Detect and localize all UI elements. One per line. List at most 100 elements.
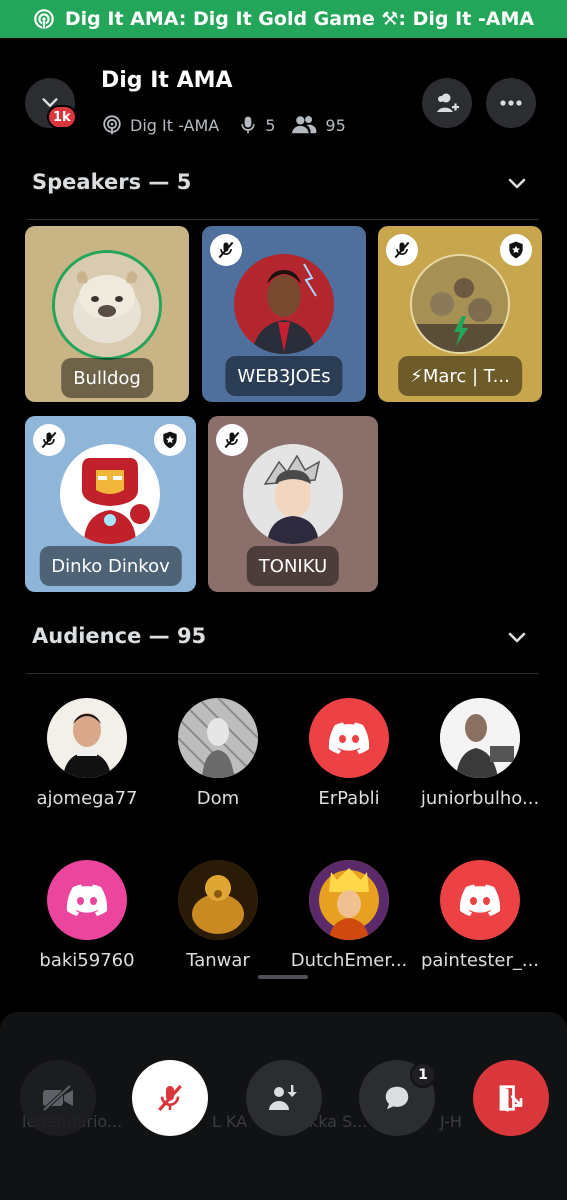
stage-icon [103,115,121,135]
stage-banner[interactable]: Dig It AMA: Dig It Gold Game ⚒: Dig It -… [0,0,567,38]
audience-name: juniorbulho... [420,788,540,809]
more-options-button[interactable] [486,78,536,128]
shield-star-icon [163,431,177,449]
muted-indicator [210,234,242,266]
speaker-tile[interactable]: WEB3JOEs [202,226,366,402]
speaker-name: Dinko Dinkov [39,546,182,586]
audience-member[interactable]: baki59760 [22,860,152,971]
audience-member[interactable]: Tanwar [153,860,283,971]
discord-logo-icon [328,722,370,754]
audience-avatar [178,698,258,778]
toniku-image [243,444,343,544]
audience-member[interactable]: ErPabli [284,698,414,809]
audience-avatar [178,860,258,940]
audience-name: Tanwar [186,950,250,971]
faded-audience-name: L KA [212,1112,248,1131]
moderator-badge [500,234,532,266]
listener-count: 95 [325,115,346,135]
speakers-collapse-chevron-icon[interactable] [505,171,529,195]
speaker-avatar [52,250,162,360]
speaker-tile[interactable]: TONIKU [208,416,378,592]
marc-image [412,256,508,352]
video-off-icon [42,1084,73,1112]
stage-header: 1k Dig It AMA Dig It -AMA 5 95 [0,60,567,150]
muted-mic-icon [224,431,240,449]
muted-mic-icon [218,241,234,259]
microphone-muted-icon [158,1084,182,1112]
speaker-name: TONIKU [246,546,340,586]
faded-audience-name: J-H [440,1112,462,1131]
muted-indicator [216,424,248,456]
web3joes-image [234,254,334,354]
audience-member[interactable]: Dom [153,698,283,809]
audience-avatar [309,698,389,778]
speaker-name: WEB3JOEs [225,356,343,396]
microphone-toggle-button[interactable] [132,1060,208,1136]
moderator-badge [154,424,186,456]
section-divider [26,673,539,674]
people-icon [292,116,317,134]
juniorbulho-image [440,698,520,778]
audience-name: ajomega77 [36,788,138,809]
banner-text: Dig It AMA: Dig It Gold Game ⚒: Dig It -… [64,8,535,30]
audience-avatar [47,698,127,778]
chat-unread-badge: 1 [410,1062,436,1088]
section-divider [26,219,539,220]
leave-door-icon [499,1085,523,1112]
dinko-ironman-image [60,444,160,544]
speaker-tile[interactable]: ⚡Marc | T... [378,226,542,402]
audience-name: baki59760 [39,950,135,971]
muted-indicator [386,234,418,266]
speakers-heading: Speakers — 5 [32,170,192,194]
speaker-avatar [410,254,510,354]
speaker-count: 5 [265,115,276,135]
audience-avatar [440,860,520,940]
dom-image [178,698,258,778]
audience-name: paintester_... [420,950,540,971]
notification-badge: 1k [47,105,77,129]
audience-member[interactable]: juniorbulho... [415,698,545,809]
ellipsis-icon [500,100,522,106]
audience-avatar [440,698,520,778]
ajomega-image [47,698,127,778]
discord-logo-icon [459,884,501,916]
speaker-avatar [60,444,160,544]
muted-mic-icon [394,241,410,259]
add-user-icon [437,93,459,112]
audience-avatar [47,860,127,940]
speaker-tile[interactable]: Dinko Dinkov [25,416,196,592]
shield-star-icon [509,241,523,259]
audience-name: DutchEmer... [290,950,408,971]
request-to-speak-button[interactable] [246,1060,322,1136]
leave-stage-button[interactable] [473,1060,549,1136]
bulldog-image [55,253,159,357]
speaker-tile[interactable]: Bulldog [25,226,189,402]
chat-bubble-icon [385,1086,409,1110]
person-down-arrow-icon [269,1085,297,1110]
camera-toggle-button[interactable] [20,1060,96,1136]
stage-title: Dig It AMA [101,68,233,93]
audience-member[interactable]: ajomega77 [22,698,152,809]
speaker-name: ⚡Marc | T... [398,356,522,396]
speaker-name: Bulldog [61,358,153,398]
muted-indicator [33,424,65,456]
stage-channel-icon [34,9,54,29]
invite-button[interactable] [422,78,472,128]
microphone-icon [241,116,255,134]
drawer-handle[interactable] [258,975,308,979]
audience-heading: Audience — 95 [32,624,207,648]
stage-meta: Dig It -AMA 5 95 [101,114,346,136]
audience-member[interactable]: DutchEmer... [284,860,414,971]
audience-avatar [309,860,389,940]
stage-channel-name: Dig It -AMA [130,115,220,135]
speaker-avatar [234,254,334,354]
audience-name: ErPabli [318,788,380,809]
audience-name: Dom [196,788,240,809]
muted-mic-icon [41,431,57,449]
audience-collapse-chevron-icon[interactable] [505,625,529,649]
audience-member[interactable]: paintester_... [415,860,545,971]
discord-logo-icon [66,884,108,916]
tanwar-image [178,860,258,940]
speaker-avatar [243,444,343,544]
dutchemer-image [309,860,389,940]
